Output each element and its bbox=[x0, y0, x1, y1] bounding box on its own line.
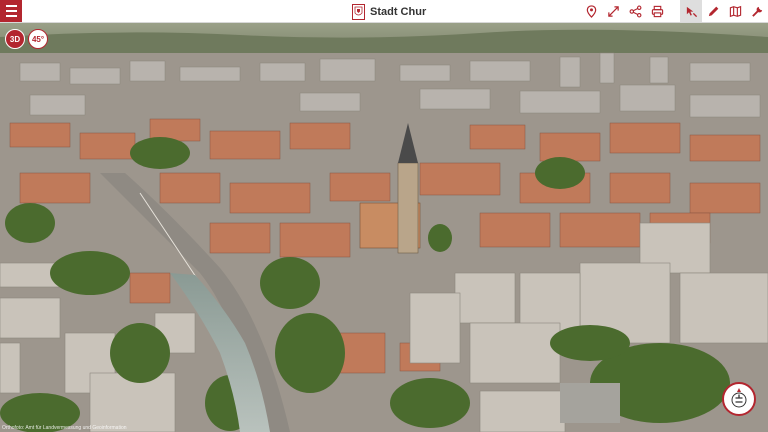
select-cursor-icon[interactable] bbox=[680, 0, 702, 22]
hamburger-menu-button[interactable] bbox=[0, 0, 22, 22]
city-crest-icon bbox=[352, 3, 365, 20]
menu-line bbox=[5, 15, 17, 17]
print-icon[interactable] bbox=[646, 0, 668, 22]
compass-zoom-control[interactable] bbox=[722, 382, 756, 416]
app-title-group: Stadt Chur bbox=[352, 3, 426, 20]
view-mode-3d-button[interactable]: 3D bbox=[5, 29, 25, 49]
compass-icon bbox=[731, 388, 747, 408]
aerial-city-scene bbox=[0, 23, 768, 432]
map-book-icon[interactable] bbox=[724, 0, 746, 22]
map-3d-view[interactable] bbox=[0, 23, 768, 432]
map-attribution: Orthofoto: Amt für Landvermessung und Ge… bbox=[2, 425, 127, 431]
app-title: Stadt Chur bbox=[370, 5, 427, 18]
tools-wrench-icon[interactable] bbox=[746, 0, 768, 22]
share-icon[interactable] bbox=[624, 0, 646, 22]
fullscreen-expand-icon[interactable] bbox=[602, 0, 624, 22]
view-controls: 3D 45° bbox=[5, 29, 48, 49]
menu-line bbox=[5, 10, 17, 12]
toolbar-tools bbox=[580, 0, 768, 22]
location-pin-icon[interactable] bbox=[580, 0, 602, 22]
draw-pencil-icon[interactable] bbox=[702, 0, 724, 22]
tilt-angle-button[interactable]: 45° bbox=[28, 29, 48, 49]
top-toolbar: Stadt Chur bbox=[0, 0, 768, 23]
menu-line bbox=[5, 5, 17, 7]
